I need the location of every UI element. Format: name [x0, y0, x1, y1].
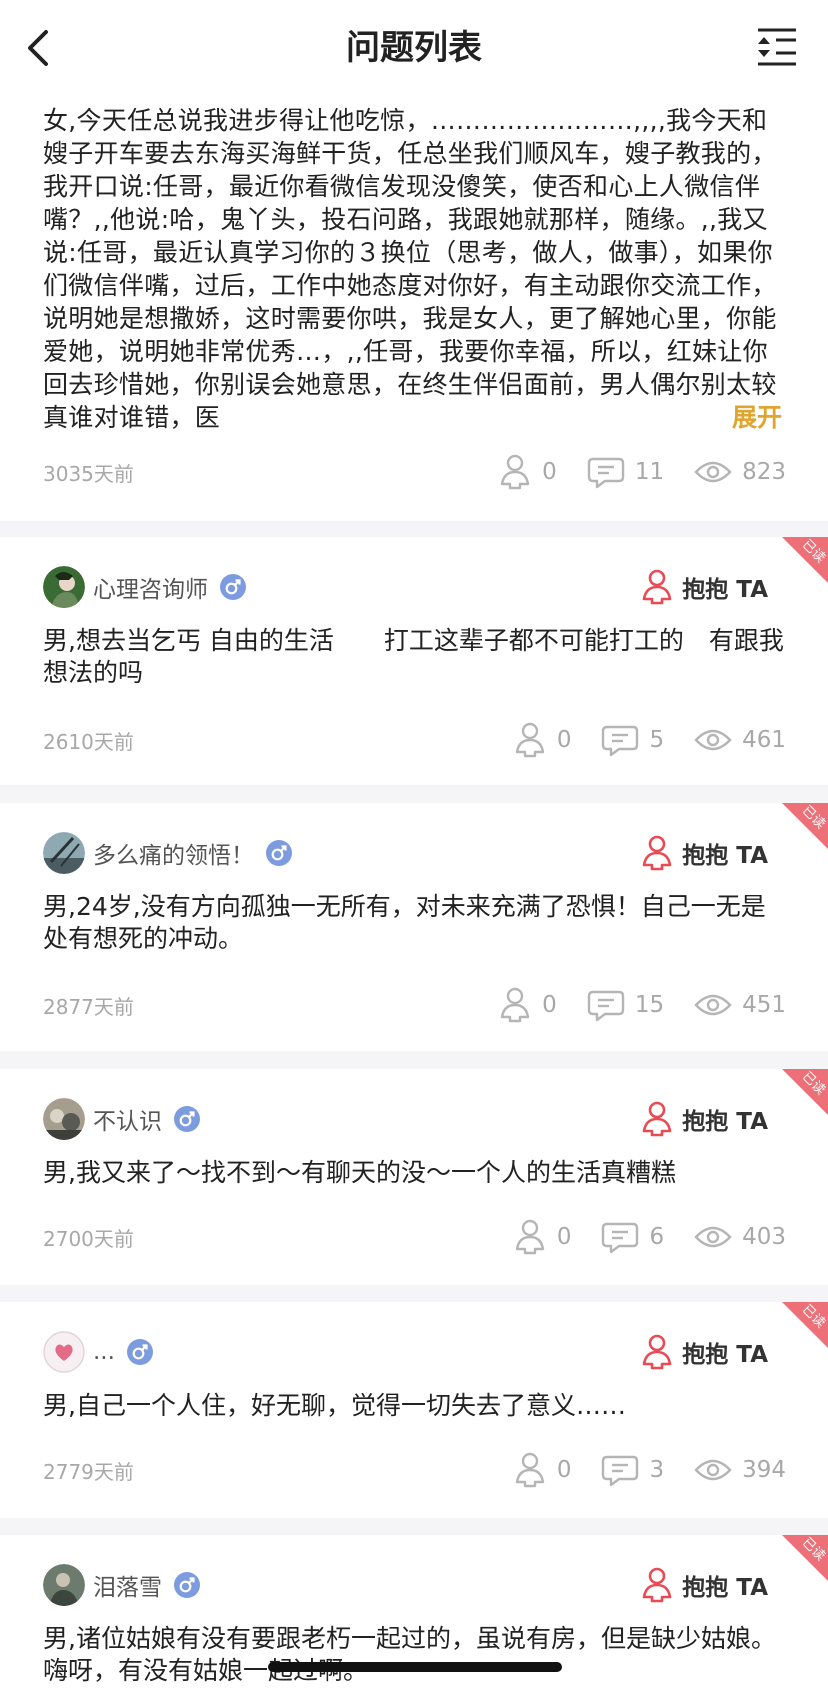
post-meta: 2779天前 0 3 394 — [43, 1452, 786, 1488]
hug-count[interactable]: 0 — [498, 987, 557, 1023]
comment-count[interactable]: 15 — [587, 988, 664, 1022]
avatar[interactable] — [43, 1098, 85, 1140]
post-time: 3035天前 — [43, 461, 134, 486]
view-count: 394 — [694, 1456, 786, 1484]
hug-button[interactable]: 抱抱 TA — [640, 1565, 768, 1605]
user-row[interactable]: 心理咨询师 — [43, 565, 246, 609]
male-icon — [126, 1339, 153, 1365]
nav-header: 问题列表 — [0, 0, 828, 96]
comment-icon — [602, 1222, 639, 1254]
hug-person-icon — [642, 569, 672, 605]
post-stats: 0 11 823 — [468, 454, 786, 490]
read-ribbon: 已读 — [782, 1535, 828, 1581]
hug-count[interactable]: 0 — [498, 454, 557, 490]
page-title: 问题列表 — [346, 28, 482, 68]
filter-button[interactable] — [756, 26, 798, 68]
hug-person-icon — [642, 1101, 672, 1137]
hug-button[interactable]: 抱抱 TA — [640, 833, 768, 873]
post-meta: 3035天前 0 11 823 — [43, 454, 786, 490]
post-meta: 2877天前 0 15 451 — [43, 987, 786, 1023]
home-indicator[interactable] — [268, 1662, 562, 1672]
comment-icon — [602, 1455, 639, 1487]
male-icon — [266, 840, 292, 866]
hug-icon — [515, 1452, 545, 1488]
avatar[interactable] — [43, 832, 85, 874]
expand-wrap: 展开 — [691, 401, 782, 434]
eye-icon — [694, 1226, 732, 1248]
post-stats: 0 5 461 — [483, 722, 786, 758]
post-meta: 2610天前 0 5 461 — [43, 722, 786, 758]
user-name[interactable]: 多么痛的领悟！ — [93, 836, 254, 870]
view-count: 461 — [694, 726, 786, 754]
view-count: 403 — [694, 1223, 786, 1251]
hug-icon — [500, 987, 530, 1023]
comment-count[interactable]: 6 — [601, 1220, 664, 1254]
post-card[interactable]: 已读 多么痛的领悟！ 抱抱 TA 男,24岁,没有方向孤独一无所有，对未来充满了… — [0, 803, 828, 1051]
avatar[interactable] — [43, 1564, 85, 1606]
read-ribbon: 已读 — [782, 1069, 828, 1115]
view-count: 451 — [694, 991, 786, 1019]
comment-count[interactable]: 5 — [601, 723, 664, 757]
post-text: 男,诸位姑娘有没有要跟老朽一起过的，虽说有房，但是缺少姑娘。嗨呀，有没有姑娘一起… — [43, 1624, 776, 1685]
hug-button[interactable]: 抱抱 TA — [640, 1099, 768, 1139]
male-icon — [174, 1106, 200, 1132]
hug-icon — [500, 454, 530, 490]
post-stats: 0 3 394 — [483, 1452, 786, 1488]
post-card[interactable]: 已读 心理咨询师 抱抱 TA 男,想去当乞丐 自由的生活 打工这辈子都不可能打工… — [0, 537, 828, 785]
user-name[interactable]: 泪落雪 — [93, 1568, 162, 1602]
user-name[interactable]: 心理咨询师 — [93, 570, 208, 604]
post-text: 男,想去当乞丐 自由的生活 打工这辈子都不可能打工的 有跟我想法的吗 — [43, 626, 784, 687]
hug-button[interactable]: 抱抱 TA — [640, 567, 768, 607]
eye-icon — [694, 1459, 732, 1481]
post-text: 男,我又来了～找不到～有聊天的没～一个人的生活真糟糕 — [43, 1158, 676, 1187]
post-time: 2779天前 — [43, 1459, 134, 1484]
eye-icon — [694, 461, 732, 483]
user-row[interactable]: 泪落雪 — [43, 1563, 200, 1607]
eye-icon — [694, 729, 732, 751]
hug-count[interactable]: 0 — [513, 1452, 571, 1488]
post-text: 男,自己一个人住，好无聊，觉得一切失去了意义…… — [43, 1391, 626, 1420]
hug-person-icon — [642, 1334, 672, 1370]
user-row[interactable]: 不认识 — [43, 1097, 200, 1141]
comment-icon — [602, 725, 639, 757]
male-icon — [174, 1572, 200, 1598]
hug-button[interactable]: 抱抱 TA — [640, 1332, 768, 1372]
post-card-expanded[interactable]: 女,今天任总说我进步得让他吃惊，……………………,,,,我今天和嫂子开车要去东海… — [0, 96, 828, 521]
comment-icon — [587, 457, 625, 489]
post-card[interactable]: 已读 不认识 抱抱 TA 男,我又来了～找不到～有聊天的没～一个人的生活真糟糕 … — [0, 1069, 828, 1285]
user-name[interactable]: ... — [93, 1339, 115, 1365]
view-count: 823 — [694, 458, 786, 486]
male-icon — [220, 574, 246, 600]
user-name[interactable]: 不认识 — [93, 1102, 162, 1136]
post-meta: 2700天前 0 6 403 — [43, 1219, 786, 1255]
hug-icon — [515, 1219, 545, 1255]
post-stats: 0 15 451 — [468, 987, 786, 1023]
post-time: 2877天前 — [43, 994, 134, 1019]
user-row[interactable]: 多么痛的领悟！ — [43, 831, 292, 875]
comment-count[interactable]: 11 — [587, 455, 664, 489]
comment-count[interactable]: 3 — [601, 1453, 664, 1487]
filter-list-icon — [758, 28, 796, 66]
user-row[interactable]: ... — [43, 1330, 153, 1374]
post-card[interactable]: 已读 ... 抱抱 TA 男,自己一个人住，好无聊，觉得一切失去了意义…… 27… — [0, 1302, 828, 1518]
hug-count[interactable]: 0 — [513, 722, 571, 758]
hug-count[interactable]: 0 — [513, 1219, 571, 1255]
read-ribbon: 已读 — [782, 803, 828, 849]
read-ribbon: 已读 — [782, 1302, 828, 1348]
expand-link[interactable]: 展开 — [732, 403, 782, 432]
app-screen: 问题列表 女,今天任总说我进步得让他吃惊，……………………,,,,我今天和嫂子开… — [0, 0, 828, 1693]
post-time: 2610天前 — [43, 729, 134, 754]
post-text: 男,24岁,没有方向孤独一无所有，对未来充满了恐惧！自己一无是处有想死的冲动。 — [43, 892, 766, 953]
post-time: 2700天前 — [43, 1226, 134, 1251]
read-ribbon: 已读 — [782, 537, 828, 583]
hug-icon — [515, 722, 545, 758]
comment-icon — [587, 990, 625, 1022]
hug-person-icon — [642, 835, 672, 871]
post-text: 女,今天任总说我进步得让他吃惊，……………………,,,,我今天和嫂子开车要去东海… — [43, 106, 777, 432]
post-stats: 0 6 403 — [483, 1219, 786, 1255]
avatar[interactable] — [43, 1331, 85, 1373]
eye-icon — [694, 994, 732, 1016]
avatar[interactable] — [43, 566, 85, 608]
hug-person-icon — [642, 1567, 672, 1603]
